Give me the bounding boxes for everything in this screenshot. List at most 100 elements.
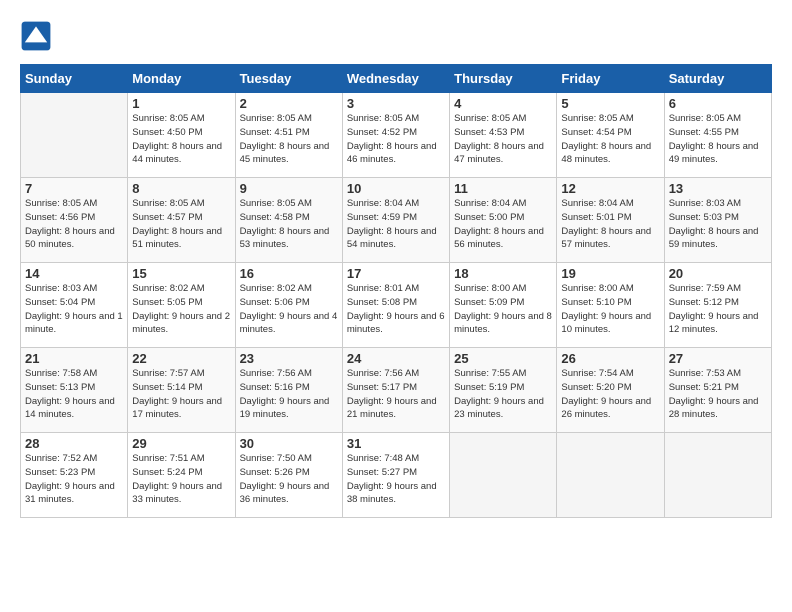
- day-info: Sunrise: 8:05 AMSunset: 4:50 PMDaylight:…: [132, 112, 230, 167]
- week-row-1: 1Sunrise: 8:05 AMSunset: 4:50 PMDaylight…: [21, 93, 772, 178]
- day-number: 24: [347, 351, 445, 366]
- header: [20, 20, 772, 52]
- day-info: Sunrise: 8:02 AMSunset: 5:05 PMDaylight:…: [132, 282, 230, 337]
- calendar-cell: 15Sunrise: 8:02 AMSunset: 5:05 PMDayligh…: [128, 263, 235, 348]
- header-day-thursday: Thursday: [450, 65, 557, 93]
- day-number: 1: [132, 96, 230, 111]
- day-info: Sunrise: 8:04 AMSunset: 5:00 PMDaylight:…: [454, 197, 552, 252]
- calendar-cell: [450, 433, 557, 518]
- week-row-2: 7Sunrise: 8:05 AMSunset: 4:56 PMDaylight…: [21, 178, 772, 263]
- calendar-cell: 3Sunrise: 8:05 AMSunset: 4:52 PMDaylight…: [342, 93, 449, 178]
- calendar-cell: 18Sunrise: 8:00 AMSunset: 5:09 PMDayligh…: [450, 263, 557, 348]
- day-info: Sunrise: 8:05 AMSunset: 4:51 PMDaylight:…: [240, 112, 338, 167]
- day-info: Sunrise: 8:00 AMSunset: 5:10 PMDaylight:…: [561, 282, 659, 337]
- calendar-cell: 16Sunrise: 8:02 AMSunset: 5:06 PMDayligh…: [235, 263, 342, 348]
- logo: [20, 20, 56, 52]
- calendar-cell: 23Sunrise: 7:56 AMSunset: 5:16 PMDayligh…: [235, 348, 342, 433]
- day-number: 7: [25, 181, 123, 196]
- header-row: SundayMondayTuesdayWednesdayThursdayFrid…: [21, 65, 772, 93]
- day-info: Sunrise: 7:55 AMSunset: 5:19 PMDaylight:…: [454, 367, 552, 422]
- calendar-cell: [557, 433, 664, 518]
- calendar-cell: 4Sunrise: 8:05 AMSunset: 4:53 PMDaylight…: [450, 93, 557, 178]
- day-number: 29: [132, 436, 230, 451]
- day-number: 30: [240, 436, 338, 451]
- calendar-cell: 21Sunrise: 7:58 AMSunset: 5:13 PMDayligh…: [21, 348, 128, 433]
- calendar-cell: 20Sunrise: 7:59 AMSunset: 5:12 PMDayligh…: [664, 263, 771, 348]
- day-info: Sunrise: 7:50 AMSunset: 5:26 PMDaylight:…: [240, 452, 338, 507]
- day-info: Sunrise: 7:59 AMSunset: 5:12 PMDaylight:…: [669, 282, 767, 337]
- header-day-monday: Monday: [128, 65, 235, 93]
- header-day-tuesday: Tuesday: [235, 65, 342, 93]
- day-info: Sunrise: 8:05 AMSunset: 4:56 PMDaylight:…: [25, 197, 123, 252]
- day-info: Sunrise: 8:00 AMSunset: 5:09 PMDaylight:…: [454, 282, 552, 337]
- day-info: Sunrise: 8:04 AMSunset: 5:01 PMDaylight:…: [561, 197, 659, 252]
- calendar-cell: 7Sunrise: 8:05 AMSunset: 4:56 PMDaylight…: [21, 178, 128, 263]
- day-number: 25: [454, 351, 552, 366]
- day-info: Sunrise: 8:03 AMSunset: 5:04 PMDaylight:…: [25, 282, 123, 337]
- calendar-cell: 9Sunrise: 8:05 AMSunset: 4:58 PMDaylight…: [235, 178, 342, 263]
- calendar-cell: 31Sunrise: 7:48 AMSunset: 5:27 PMDayligh…: [342, 433, 449, 518]
- day-number: 10: [347, 181, 445, 196]
- day-number: 9: [240, 181, 338, 196]
- day-number: 13: [669, 181, 767, 196]
- calendar-cell: 12Sunrise: 8:04 AMSunset: 5:01 PMDayligh…: [557, 178, 664, 263]
- day-number: 5: [561, 96, 659, 111]
- week-row-5: 28Sunrise: 7:52 AMSunset: 5:23 PMDayligh…: [21, 433, 772, 518]
- calendar-cell: 27Sunrise: 7:53 AMSunset: 5:21 PMDayligh…: [664, 348, 771, 433]
- calendar-cell: 5Sunrise: 8:05 AMSunset: 4:54 PMDaylight…: [557, 93, 664, 178]
- header-day-wednesday: Wednesday: [342, 65, 449, 93]
- day-info: Sunrise: 8:04 AMSunset: 4:59 PMDaylight:…: [347, 197, 445, 252]
- calendar-cell: [664, 433, 771, 518]
- calendar-cell: 29Sunrise: 7:51 AMSunset: 5:24 PMDayligh…: [128, 433, 235, 518]
- calendar-cell: 13Sunrise: 8:03 AMSunset: 5:03 PMDayligh…: [664, 178, 771, 263]
- day-number: 2: [240, 96, 338, 111]
- header-day-saturday: Saturday: [664, 65, 771, 93]
- day-info: Sunrise: 8:05 AMSunset: 4:58 PMDaylight:…: [240, 197, 338, 252]
- calendar-cell: 8Sunrise: 8:05 AMSunset: 4:57 PMDaylight…: [128, 178, 235, 263]
- calendar-table: SundayMondayTuesdayWednesdayThursdayFrid…: [20, 64, 772, 518]
- day-info: Sunrise: 7:56 AMSunset: 5:17 PMDaylight:…: [347, 367, 445, 422]
- calendar-cell: 10Sunrise: 8:04 AMSunset: 4:59 PMDayligh…: [342, 178, 449, 263]
- day-number: 3: [347, 96, 445, 111]
- logo-icon: [20, 20, 52, 52]
- day-number: 6: [669, 96, 767, 111]
- calendar-cell: 22Sunrise: 7:57 AMSunset: 5:14 PMDayligh…: [128, 348, 235, 433]
- header-day-sunday: Sunday: [21, 65, 128, 93]
- calendar-cell: 24Sunrise: 7:56 AMSunset: 5:17 PMDayligh…: [342, 348, 449, 433]
- day-info: Sunrise: 8:05 AMSunset: 4:57 PMDaylight:…: [132, 197, 230, 252]
- day-number: 21: [25, 351, 123, 366]
- week-row-3: 14Sunrise: 8:03 AMSunset: 5:04 PMDayligh…: [21, 263, 772, 348]
- day-info: Sunrise: 8:05 AMSunset: 4:54 PMDaylight:…: [561, 112, 659, 167]
- header-day-friday: Friday: [557, 65, 664, 93]
- main-container: SundayMondayTuesdayWednesdayThursdayFrid…: [0, 0, 792, 612]
- calendar-cell: 14Sunrise: 8:03 AMSunset: 5:04 PMDayligh…: [21, 263, 128, 348]
- day-number: 4: [454, 96, 552, 111]
- day-info: Sunrise: 8:01 AMSunset: 5:08 PMDaylight:…: [347, 282, 445, 337]
- calendar-cell: 28Sunrise: 7:52 AMSunset: 5:23 PMDayligh…: [21, 433, 128, 518]
- calendar-cell: 30Sunrise: 7:50 AMSunset: 5:26 PMDayligh…: [235, 433, 342, 518]
- calendar-cell: 6Sunrise: 8:05 AMSunset: 4:55 PMDaylight…: [664, 93, 771, 178]
- calendar-cell: 2Sunrise: 8:05 AMSunset: 4:51 PMDaylight…: [235, 93, 342, 178]
- day-info: Sunrise: 7:57 AMSunset: 5:14 PMDaylight:…: [132, 367, 230, 422]
- day-number: 12: [561, 181, 659, 196]
- calendar-cell: 1Sunrise: 8:05 AMSunset: 4:50 PMDaylight…: [128, 93, 235, 178]
- day-number: 22: [132, 351, 230, 366]
- calendar-cell: 19Sunrise: 8:00 AMSunset: 5:10 PMDayligh…: [557, 263, 664, 348]
- day-number: 16: [240, 266, 338, 281]
- day-number: 28: [25, 436, 123, 451]
- day-info: Sunrise: 8:05 AMSunset: 4:55 PMDaylight:…: [669, 112, 767, 167]
- calendar-cell: 26Sunrise: 7:54 AMSunset: 5:20 PMDayligh…: [557, 348, 664, 433]
- day-info: Sunrise: 7:56 AMSunset: 5:16 PMDaylight:…: [240, 367, 338, 422]
- day-number: 27: [669, 351, 767, 366]
- calendar-cell: 25Sunrise: 7:55 AMSunset: 5:19 PMDayligh…: [450, 348, 557, 433]
- day-number: 26: [561, 351, 659, 366]
- calendar-cell: [21, 93, 128, 178]
- day-info: Sunrise: 7:53 AMSunset: 5:21 PMDaylight:…: [669, 367, 767, 422]
- day-number: 11: [454, 181, 552, 196]
- day-info: Sunrise: 7:48 AMSunset: 5:27 PMDaylight:…: [347, 452, 445, 507]
- day-number: 14: [25, 266, 123, 281]
- day-info: Sunrise: 7:51 AMSunset: 5:24 PMDaylight:…: [132, 452, 230, 507]
- day-number: 15: [132, 266, 230, 281]
- day-number: 20: [669, 266, 767, 281]
- day-info: Sunrise: 7:58 AMSunset: 5:13 PMDaylight:…: [25, 367, 123, 422]
